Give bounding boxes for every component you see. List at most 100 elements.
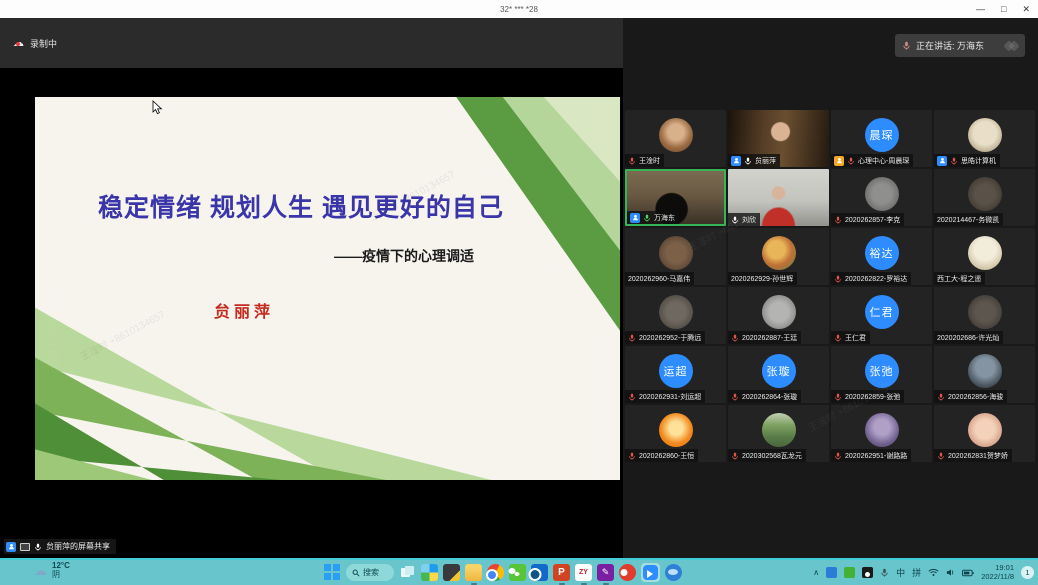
participant-tile[interactable]: 2020262929-孙世辉 xyxy=(728,228,829,285)
battery-icon[interactable] xyxy=(962,569,974,577)
participant-name: 刘欣 xyxy=(742,215,756,225)
participant-avatar xyxy=(762,295,796,329)
notification-badge[interactable]: 1 xyxy=(1021,566,1034,579)
mic-muted-icon xyxy=(834,452,842,460)
participant-tile[interactable]: 2020262831贺梦娇 xyxy=(934,405,1035,462)
participants-pane: 正在讲话: 万海东 王淦时贠丽萍晨琛心理中心-周晨琛思皓计算机万海东刘欣2020… xyxy=(623,18,1038,558)
participant-name: 2020262929-孙世辉 xyxy=(731,274,793,284)
zy-app-icon[interactable]: ZY xyxy=(575,564,592,581)
meeting-toolbar: ☁ 录制中 xyxy=(0,18,623,68)
participant-tile[interactable]: 2020262951-谢路路 xyxy=(831,405,932,462)
powerpoint-icon[interactable]: P xyxy=(553,564,570,581)
participant-name: 2020202686-许光灿 xyxy=(937,333,999,343)
volume-icon[interactable] xyxy=(946,568,955,577)
participant-avatar xyxy=(762,236,796,270)
mic-muted-icon xyxy=(950,157,958,165)
participant-namebar: 2020262856-海骏 xyxy=(934,390,1007,403)
taskbar-search[interactable]: 搜索 xyxy=(346,564,394,581)
ime-mode-indicator[interactable]: 中 xyxy=(896,566,905,579)
participant-name: 王淦时 xyxy=(639,156,660,166)
participant-avatar xyxy=(659,295,693,329)
participant-tile[interactable]: 万海东 xyxy=(625,169,726,226)
weather-condition: 阴 xyxy=(52,571,70,580)
widgets-icon[interactable] xyxy=(421,564,438,581)
participant-tile[interactable]: 晨琛心理中心-周晨琛 xyxy=(831,110,932,167)
participant-namebar: 2020262860-王恒 xyxy=(625,449,698,462)
slide-subtitle: ——疫情下的心理调适 xyxy=(334,246,474,266)
participant-tile[interactable]: 西工大-程之遥 xyxy=(934,228,1035,285)
tray-chevron-icon[interactable]: ∧ xyxy=(813,568,819,577)
music-app-icon[interactable] xyxy=(619,564,636,581)
participant-tile[interactable]: 刘欣 xyxy=(728,169,829,226)
close-button[interactable]: ✕ xyxy=(1022,5,1030,14)
participant-avatar: 裕达 xyxy=(865,236,899,270)
participant-tile[interactable]: 2020262857-李克 xyxy=(831,169,932,226)
speaking-indicator-icon xyxy=(902,41,911,50)
mic-muted-icon xyxy=(731,393,739,401)
clock[interactable]: 19:01 2022/11/8 xyxy=(981,564,1014,581)
participant-tile[interactable]: 思皓计算机 xyxy=(934,110,1035,167)
task-view-icon[interactable] xyxy=(399,564,416,581)
stocks-app-icon[interactable] xyxy=(443,564,460,581)
participant-namebar: 王淦时 xyxy=(625,154,664,167)
participant-namebar: 贠丽萍 xyxy=(728,154,780,167)
weather-widget[interactable]: ☁ 12°C 阴 xyxy=(34,562,70,580)
participant-avatar: 运超 xyxy=(659,354,693,388)
participant-tile[interactable]: 2020302568瓦龙元 xyxy=(728,405,829,462)
meeting-app-icon[interactable] xyxy=(643,565,658,580)
system-tray: ∧ 中 拼 19:01 2022/11/8 1 xyxy=(813,560,1034,585)
participant-name: 2020262856-海骏 xyxy=(948,392,1003,402)
participant-tile[interactable]: 2020214467-务微凯 xyxy=(934,169,1035,226)
tray-mic-icon[interactable] xyxy=(880,568,889,577)
recording-indicator[interactable]: ☁ 录制中 xyxy=(13,37,57,50)
tray-green-app-icon[interactable] xyxy=(844,567,855,578)
file-explorer-icon[interactable] xyxy=(465,564,482,581)
participant-tile[interactable]: 张璇2020262864-张璇 xyxy=(728,346,829,403)
participant-namebar: 2020262960-马嘉伟 xyxy=(625,272,694,285)
maximize-button[interactable]: □ xyxy=(1001,5,1006,14)
tray-blue-app-icon[interactable] xyxy=(826,567,837,578)
participant-namebar: 万海东 xyxy=(627,211,679,224)
participant-name: 2020262951-谢路路 xyxy=(845,451,907,461)
participant-tile[interactable]: 2020202686-许光灿 xyxy=(934,287,1035,344)
participant-tile[interactable]: 2020262856-海骏 xyxy=(934,346,1035,403)
cloud-recording-icon: ☁ xyxy=(13,38,24,49)
recording-label: 录制中 xyxy=(30,37,57,50)
wechat-icon[interactable] xyxy=(509,564,526,581)
participant-avatar xyxy=(659,413,693,447)
chrome-icon[interactable] xyxy=(487,564,504,581)
participant-tile[interactable]: 2020262860-王恒 xyxy=(625,405,726,462)
screen-share-status: 贠丽萍的屏幕共享 xyxy=(4,539,116,554)
participant-tile[interactable]: 王淦时 xyxy=(625,110,726,167)
participant-tile[interactable]: 裕达2020262822-罗裕达 xyxy=(831,228,932,285)
slide-author: 贠丽萍 xyxy=(214,298,274,322)
qq-tray-icon[interactable] xyxy=(862,567,873,578)
meeting-logo-icon xyxy=(1008,42,1018,50)
wifi-icon[interactable] xyxy=(928,568,939,577)
participant-tile[interactable]: 贠丽萍 xyxy=(728,110,829,167)
participant-avatar: 晨琛 xyxy=(865,118,899,152)
participant-namebar: 2020262887-王廷 xyxy=(728,331,801,344)
browser-app-icon[interactable] xyxy=(665,564,682,581)
role-badge-icon xyxy=(630,213,640,223)
participant-tile[interactable]: 2020262960-马嘉伟 xyxy=(625,228,726,285)
participant-grid: 王淦时贠丽萍晨琛心理中心-周晨琛思皓计算机万海东刘欣2020262857-李克2… xyxy=(625,110,1035,462)
windows-start-button[interactable] xyxy=(324,564,341,581)
mic-muted-icon xyxy=(834,275,842,283)
participant-name: 2020302568瓦龙元 xyxy=(742,451,802,461)
participant-tile[interactable]: 2020262952-于腾远 xyxy=(625,287,726,344)
participant-name: 2020214467-务微凯 xyxy=(937,215,999,225)
participant-tile[interactable]: 张弛2020262859-张弛 xyxy=(831,346,932,403)
ime-layout-indicator[interactable]: 拼 xyxy=(912,566,921,579)
participant-avatar xyxy=(968,413,1002,447)
outlook-icon[interactable] xyxy=(531,564,548,581)
whiteboard-app-icon[interactable]: ✎ xyxy=(597,564,614,581)
minimize-button[interactable]: — xyxy=(976,5,985,14)
role-badge-icon xyxy=(937,156,947,166)
participant-tile[interactable]: 仁君王仁君 xyxy=(831,287,932,344)
participant-namebar: 2020262931-刘运超 xyxy=(625,390,705,403)
participant-tile[interactable]: 2020262887-王廷 xyxy=(728,287,829,344)
participant-tile[interactable]: 运超 2020262931-刘运超 xyxy=(625,346,726,403)
participant-namebar: 2020262859-张弛 xyxy=(831,390,904,403)
participant-name: 心理中心-周晨琛 xyxy=(858,156,909,166)
